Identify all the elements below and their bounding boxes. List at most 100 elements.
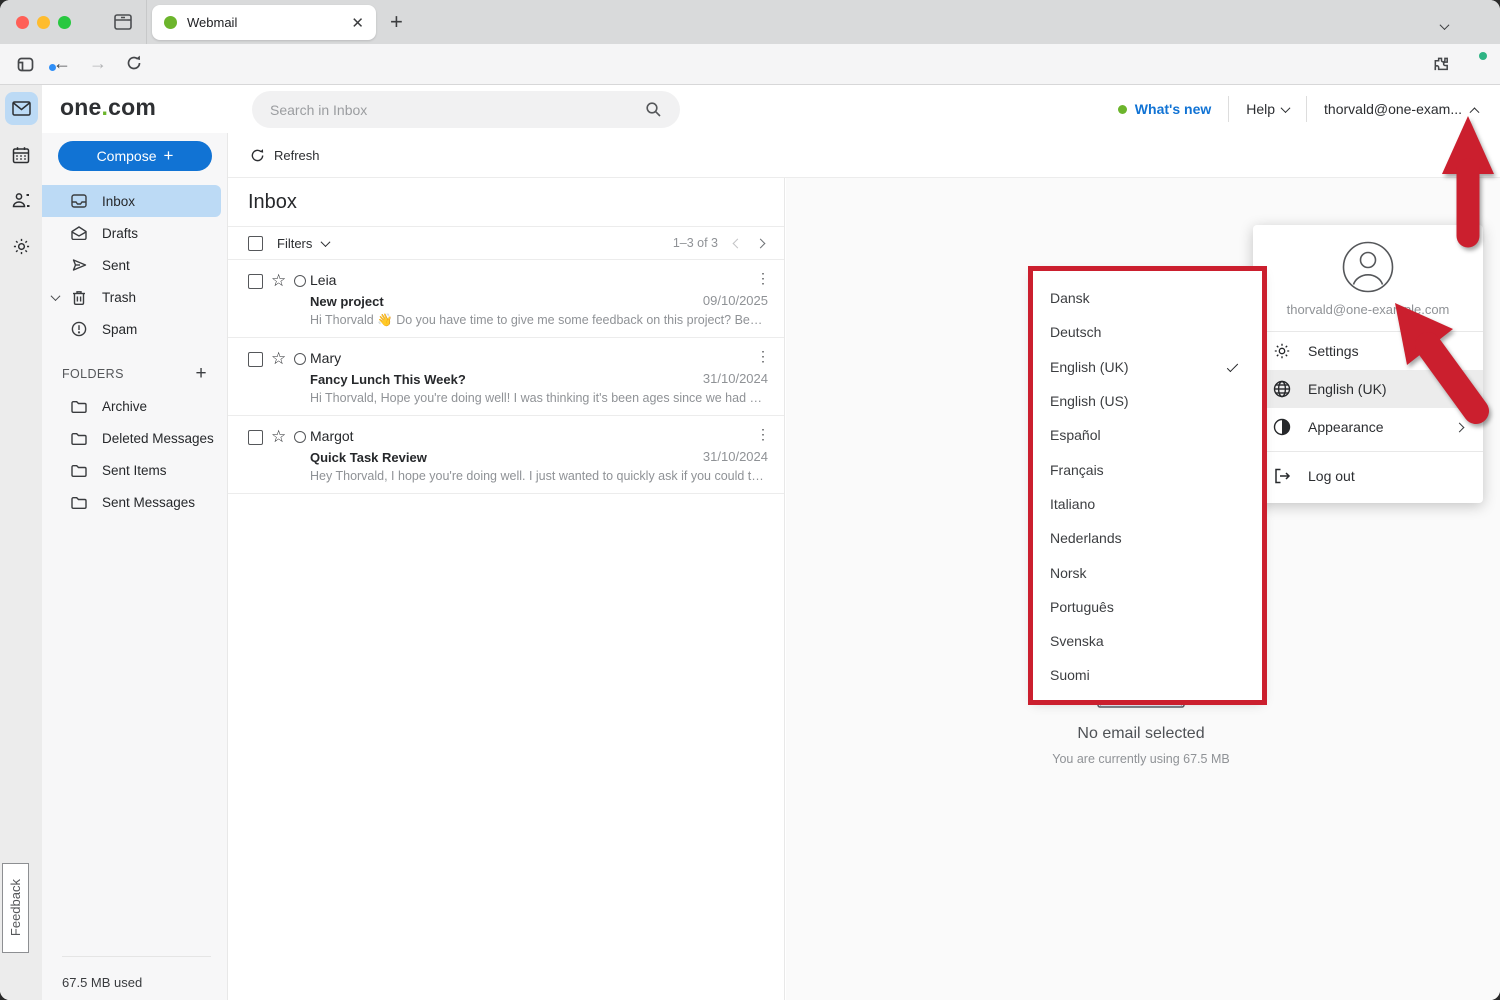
- kebab-menu-icon[interactable]: ⋮: [756, 270, 770, 287]
- language-option-svenska[interactable]: Svenska: [1033, 624, 1262, 658]
- extensions-puzzle-icon[interactable]: [1432, 55, 1451, 79]
- globe-icon: [1273, 380, 1291, 398]
- rail-settings-button[interactable]: [5, 230, 38, 263]
- star-icon[interactable]: ☆: [271, 349, 286, 369]
- folder-item-sent-items[interactable]: Sent Items: [42, 454, 227, 486]
- filters-chevron-icon[interactable]: [321, 237, 331, 247]
- language-option-nederlands[interactable]: Nederlands: [1033, 521, 1262, 555]
- chevron-down-icon: [1281, 103, 1291, 113]
- contacts-icon: [12, 192, 31, 209]
- help-menu[interactable]: Help: [1246, 101, 1289, 117]
- folder-item-spam[interactable]: Spam: [42, 313, 227, 345]
- tab-close-icon[interactable]: ✕: [351, 14, 364, 32]
- contrast-icon: [1273, 418, 1291, 436]
- search-icon: [645, 101, 662, 118]
- select-all-checkbox[interactable]: [248, 236, 263, 251]
- unread-indicator[interactable]: [294, 353, 306, 365]
- rail-mail-button[interactable]: [5, 92, 38, 125]
- search-bar[interactable]: [252, 91, 680, 128]
- app-header: one.com What's new Help thorvald@one-exa…: [42, 85, 1500, 133]
- webmail-app: Feedback one.com What's new Help: [0, 85, 1500, 1000]
- folder-item-archive[interactable]: Archive: [42, 390, 227, 422]
- folder-item-inbox[interactable]: Inbox: [42, 185, 221, 217]
- email-row[interactable]: ☆ Leia ⋮ New project 09/10/2025 Hi Thorv…: [228, 260, 784, 338]
- star-icon[interactable]: ☆: [271, 271, 286, 291]
- menu-item-settings[interactable]: Settings: [1253, 332, 1483, 370]
- rail-calendar-button[interactable]: [5, 138, 38, 171]
- language-option-deutsch[interactable]: Deutsch: [1033, 315, 1262, 349]
- refresh-icon[interactable]: [250, 148, 265, 163]
- kebab-menu-icon[interactable]: ⋮: [756, 348, 770, 365]
- forward-button[interactable]: →: [89, 53, 107, 74]
- account-menu-trigger[interactable]: thorvald@one-exam...: [1324, 101, 1478, 117]
- kebab-menu-icon[interactable]: ⋮: [756, 426, 770, 443]
- gear-icon: [1273, 342, 1291, 360]
- language-option-english-us[interactable]: English (US): [1033, 384, 1262, 418]
- language-option-italiano[interactable]: Italiano: [1033, 487, 1262, 521]
- close-window-button[interactable]: [16, 16, 29, 29]
- star-icon[interactable]: ☆: [271, 427, 286, 447]
- filters-label[interactable]: Filters: [277, 236, 312, 251]
- tab-favicon: [164, 16, 177, 29]
- tab-list-chevron-icon[interactable]: [1441, 17, 1448, 35]
- refresh-label[interactable]: Refresh: [274, 148, 320, 163]
- email-preview: Hi Thorvald 👋 Do you have time to give m…: [310, 313, 765, 328]
- one-com-logo[interactable]: one.com: [60, 94, 156, 121]
- folder-item-drafts[interactable]: Drafts: [42, 217, 227, 249]
- email-checkbox[interactable]: [248, 274, 263, 289]
- language-option-dansk[interactable]: Dansk: [1033, 281, 1262, 315]
- new-tab-button[interactable]: +: [390, 9, 403, 35]
- firefox-view-icon[interactable]: [16, 55, 35, 79]
- email-checkbox[interactable]: [248, 352, 263, 367]
- menu-item-language[interactable]: English (UK): [1253, 370, 1483, 408]
- compose-button[interactable]: Compose +: [58, 141, 212, 171]
- folders-section-header: FOLDERS +: [42, 358, 227, 390]
- divider: [1228, 96, 1229, 122]
- spam-alert-icon: [70, 321, 88, 337]
- calendar-icon: [12, 146, 30, 164]
- folder-icon: [70, 496, 88, 509]
- reload-button[interactable]: [125, 54, 143, 77]
- chevron-up-icon: [1470, 107, 1480, 117]
- language-option-espanol[interactable]: Español: [1033, 418, 1262, 452]
- unread-indicator[interactable]: [294, 275, 306, 287]
- page-prev-icon[interactable]: [733, 238, 743, 248]
- email-checkbox[interactable]: [248, 430, 263, 445]
- toolbox-icon[interactable]: [112, 11, 134, 38]
- feedback-tab[interactable]: Feedback: [2, 863, 29, 953]
- search-input[interactable]: [270, 102, 645, 118]
- language-option-english-uk[interactable]: English (UK): [1033, 350, 1262, 384]
- feedback-label: Feedback: [8, 879, 23, 936]
- folder-item-trash[interactable]: Trash: [42, 281, 227, 313]
- maximize-window-button[interactable]: [58, 16, 71, 29]
- menu-item-appearance[interactable]: Appearance: [1253, 408, 1483, 446]
- expand-chevron-icon[interactable]: [51, 291, 61, 301]
- folder-item-deleted-messages[interactable]: Deleted Messages: [42, 422, 227, 454]
- browser-window: Webmail ✕ + ← → mail.one.com/mail/INBOX/…: [0, 0, 1500, 1000]
- rail-contacts-button[interactable]: [5, 184, 38, 217]
- account-menu-header: thorvald@one-example.com: [1253, 225, 1483, 332]
- page-next-icon[interactable]: [756, 238, 766, 248]
- folder-item-sent-messages[interactable]: Sent Messages: [42, 486, 227, 518]
- account-email: thorvald@one-example.com: [1287, 302, 1450, 317]
- back-button[interactable]: ←: [53, 53, 71, 74]
- language-option-suomi[interactable]: Suomi: [1033, 658, 1262, 692]
- email-row[interactable]: ☆ Margot ⋮ Quick Task Review 31/10/2024 …: [228, 416, 784, 494]
- browser-toolbar: ← → mail.one.com/mail/INBOX/1 90 % ☆: [0, 44, 1500, 85]
- tab-title: Webmail: [187, 15, 341, 30]
- folder-item-sent[interactable]: Sent: [42, 249, 227, 281]
- divider: [146, 0, 147, 44]
- folder-icon: [70, 400, 88, 413]
- plus-icon: +: [163, 146, 173, 166]
- language-option-norsk[interactable]: Norsk: [1033, 555, 1262, 589]
- email-row[interactable]: ☆ Mary ⋮ Fancy Lunch This Week? 31/10/20…: [228, 338, 784, 416]
- minimize-window-button[interactable]: [37, 16, 50, 29]
- unread-indicator[interactable]: [294, 431, 306, 443]
- language-option-francais[interactable]: Français: [1033, 452, 1262, 486]
- email-sender: Margot: [310, 428, 354, 444]
- menu-item-logout[interactable]: Log out: [1253, 457, 1483, 495]
- whats-new-link[interactable]: What's new: [1118, 101, 1211, 117]
- browser-tab-webmail[interactable]: Webmail ✕: [152, 5, 376, 40]
- language-option-portugues[interactable]: Português: [1033, 590, 1262, 624]
- add-folder-button[interactable]: +: [196, 363, 208, 385]
